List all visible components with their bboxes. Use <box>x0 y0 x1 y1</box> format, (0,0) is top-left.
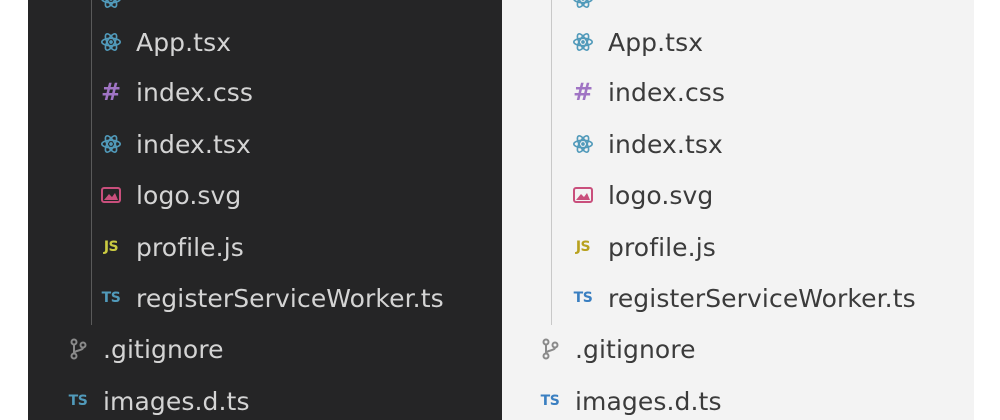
ts-icon: TS <box>540 393 560 409</box>
file-item-profile-js[interactable]: JS profile.js <box>502 222 974 272</box>
js-icon: JS <box>575 239 591 255</box>
file-name: registerServiceWorker.ts <box>608 283 916 313</box>
file-name: profile.js <box>608 232 716 262</box>
file-item-profile-js[interactable]: JS profile.js <box>28 222 502 272</box>
file-item-logo-svg[interactable]: logo.svg <box>28 170 502 220</box>
react-icon <box>572 0 594 11</box>
file-item-images-d-ts[interactable]: TS images.d.ts <box>502 376 974 420</box>
file-item-index-tsx[interactable]: index.tsx <box>28 119 502 169</box>
file-name: App.tsx <box>608 27 704 57</box>
image-icon <box>100 183 122 207</box>
hash-icon: # <box>572 78 594 106</box>
file-item-app-tsx[interactable]: App.tsx <box>28 17 502 67</box>
git-icon <box>539 337 561 361</box>
file-item-gitignore[interactable]: .gitignore <box>502 324 974 374</box>
file-name: index.tsx <box>136 129 251 159</box>
image-icon <box>572 183 594 207</box>
ts-icon: TS <box>573 290 593 306</box>
explorer-dark-theme: App.tsx # index.css index.tsx logo.svg J… <box>28 0 502 420</box>
file-item-logo-svg[interactable]: logo.svg <box>502 170 974 220</box>
ts-icon: TS <box>68 393 88 409</box>
file-name: images.d.ts <box>103 386 250 416</box>
file-name: .gitignore <box>103 334 224 364</box>
file-name: index.css <box>608 77 726 107</box>
file-name: App.tsx <box>136 27 232 57</box>
explorer-light-theme: App.tsx # index.css index.tsx logo.svg J… <box>502 0 974 420</box>
file-name: profile.js <box>136 232 244 262</box>
file-item-images-d-ts[interactable]: TS images.d.ts <box>28 376 502 420</box>
file-item-index-css[interactable]: # index.css <box>502 67 974 117</box>
file-name: registerServiceWorker.ts <box>136 283 444 313</box>
file-name: logo.svg <box>608 180 714 210</box>
file-name: index.css <box>136 77 254 107</box>
ts-icon: TS <box>101 290 121 306</box>
react-icon <box>572 132 594 156</box>
react-icon <box>100 0 122 11</box>
file-item-register-service-worker[interactable]: TS registerServiceWorker.ts <box>502 273 974 323</box>
file-name: images.d.ts <box>575 386 722 416</box>
hash-icon: # <box>100 78 122 106</box>
git-icon <box>67 337 89 361</box>
file-item-index-tsx[interactable]: index.tsx <box>502 119 974 169</box>
file-item-register-service-worker[interactable]: TS registerServiceWorker.ts <box>28 273 502 323</box>
file-item-index-css[interactable]: # index.css <box>28 67 502 117</box>
file-name: index.tsx <box>608 129 723 159</box>
react-icon <box>572 30 594 54</box>
react-icon <box>100 30 122 54</box>
js-icon: JS <box>103 239 119 255</box>
file-name: .gitignore <box>575 334 696 364</box>
file-item-gitignore[interactable]: .gitignore <box>28 324 502 374</box>
file-item-app-tsx[interactable]: App.tsx <box>502 17 974 67</box>
file-name: logo.svg <box>136 180 242 210</box>
react-icon <box>100 132 122 156</box>
